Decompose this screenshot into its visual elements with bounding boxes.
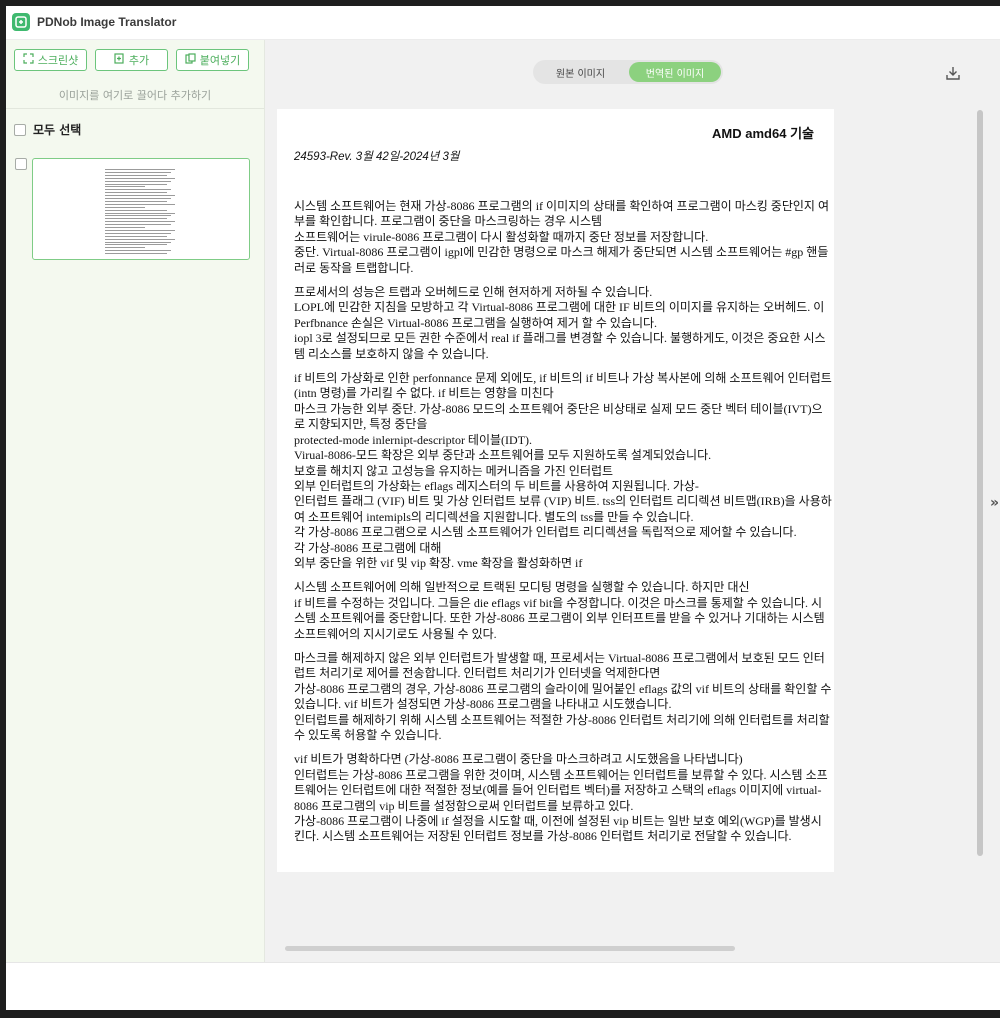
add-button[interactable]: 추가: [95, 49, 168, 71]
drop-hint: 이미지를 여기로 끌어다 추가하기: [58, 89, 212, 102]
thumbnail-text-line: [105, 174, 167, 176]
document-header: AMD amd64 기술: [712, 126, 814, 141]
app-title: PDNob Image Translator: [37, 15, 177, 29]
thumbnail-text-line: [105, 186, 145, 188]
thumbnail-text-line: [105, 195, 175, 197]
thumbnail-text-line: [105, 227, 145, 228]
document-body: 시스템 소프트웨어는 현재 가상-8086 프로그램의 if 이미지의 상태를 …: [294, 199, 832, 854]
screenshot-icon: [23, 53, 34, 67]
title-bar: PDNob Image Translator: [6, 6, 1000, 40]
document-paragraph: 마스크를 해제하지 않은 외부 인터럽트가 발생할 때, 프로세서는 Virtu…: [294, 650, 832, 742]
add-button-label: 추가: [128, 54, 150, 67]
document-paragraph: 프로세서의 성능은 트랩과 오버헤드로 인해 현저하게 저하될 수 있습니다. …: [294, 285, 826, 361]
thumbnail-text-line: [105, 171, 171, 173]
thumbnail-text-line: [105, 198, 171, 199]
paste-button-label: 붙여넣기: [199, 54, 241, 67]
thumbnail-text-line: [105, 221, 175, 223]
thumbnail-text-line: [105, 238, 175, 240]
sidebar-toolbar: 스크린샷 추가 붙여넣기: [14, 49, 249, 71]
document-paragraph: if 비트의 가상화로 인한 perfonnance 문제 외에도, if 비트…: [294, 371, 832, 570]
paste-button[interactable]: 붙여넣기: [176, 49, 249, 71]
thumbnail-page-preview: [105, 163, 179, 255]
app-logo-icon: [12, 13, 30, 31]
thumbnail-text-line: [105, 183, 167, 185]
translated-document: AMD amd64 기술 24593-Rev. 3월 42일-2024년 3월 …: [277, 109, 834, 872]
thumbnail-text-line: [105, 224, 171, 226]
select-all-label: 모두 선택: [33, 123, 82, 137]
expand-panel-icon[interactable]: »: [990, 495, 999, 511]
document-revision: 24593-Rev. 3월 42일-2024년 3월: [294, 151, 460, 163]
select-all-row[interactable]: 모두 선택: [14, 121, 81, 138]
thumbnail-text-line: [105, 241, 171, 243]
thumbnail-text-line: [105, 203, 175, 205]
tab-original-image[interactable]: 원본 이미지: [533, 60, 628, 84]
download-icon: [945, 66, 961, 85]
tab-translated-image[interactable]: 번역된 이미지: [629, 62, 721, 82]
thumbnail-text-line: [105, 177, 175, 179]
document-paragraph: 시스템 소프트웨어는 현재 가상-8086 프로그램의 if 이미지의 상태를 …: [294, 199, 830, 275]
select-all-checkbox[interactable]: [14, 123, 26, 136]
thumbnail-text-line: [105, 169, 175, 170]
vertical-scroll-thumb[interactable]: [977, 110, 983, 856]
thumbnail-text-line: [105, 244, 167, 246]
screenshot-button[interactable]: 스크린샷: [14, 49, 87, 71]
thumbnail-text-line: [105, 209, 167, 211]
download-button[interactable]: [945, 65, 961, 81]
app-window: PDNob Image Translator 스크린샷 추가 붙여넣기 이미지를…: [6, 6, 1000, 1010]
thumbnail-text-line: [105, 212, 175, 214]
thumbnail-text-line: [105, 180, 171, 182]
main-panel: 원본 이미지 번역된 이미지 AMD amd64 기술 24593-Rev. 3…: [265, 40, 1000, 962]
image-thumbnail[interactable]: [32, 158, 250, 260]
paste-icon: [185, 53, 196, 67]
thumbnail-text-line: [105, 200, 167, 202]
thumbnail-text-line: [105, 192, 167, 194]
thumbnail-text-line: [105, 206, 145, 208]
thumbnail-checkbox[interactable]: [15, 158, 27, 170]
thumbnail-text-line: [105, 189, 171, 191]
add-file-icon: [114, 53, 125, 67]
thumbnail-text-line: [105, 232, 171, 234]
document-paragraph: 시스템 소프트웨어에 의해 일반적으로 트랙된 모디팅 명령을 실행할 수 있습…: [294, 580, 825, 641]
document-paragraph: vif 비트가 명확하다면 (가상-8086 프로그램이 중단을 마스크하려고 …: [294, 752, 828, 844]
thumbnail-text-line: [105, 215, 171, 217]
sidebar: 스크린샷 추가 붙여넣기 이미지를 여기로 끌어다 추가하기 모두 선택: [6, 40, 265, 962]
thumbnail-text-line: [105, 250, 171, 252]
screenshot-button-label: 스크린샷: [37, 54, 79, 67]
bottom-bar: [6, 962, 1000, 1010]
horizontal-scroll-thumb[interactable]: [285, 946, 735, 951]
vertical-scrollbar[interactable]: [977, 110, 983, 856]
thumbnail-text-line: [105, 247, 145, 249]
thumbnail-text-line: [105, 229, 175, 231]
thumbnail-text-line: [105, 218, 167, 220]
view-toggle: 원본 이미지 번역된 이미지: [533, 60, 723, 84]
sidebar-divider: [6, 108, 264, 109]
thumbnail-text-line: [105, 253, 167, 255]
thumbnail-text-line: [105, 235, 167, 237]
